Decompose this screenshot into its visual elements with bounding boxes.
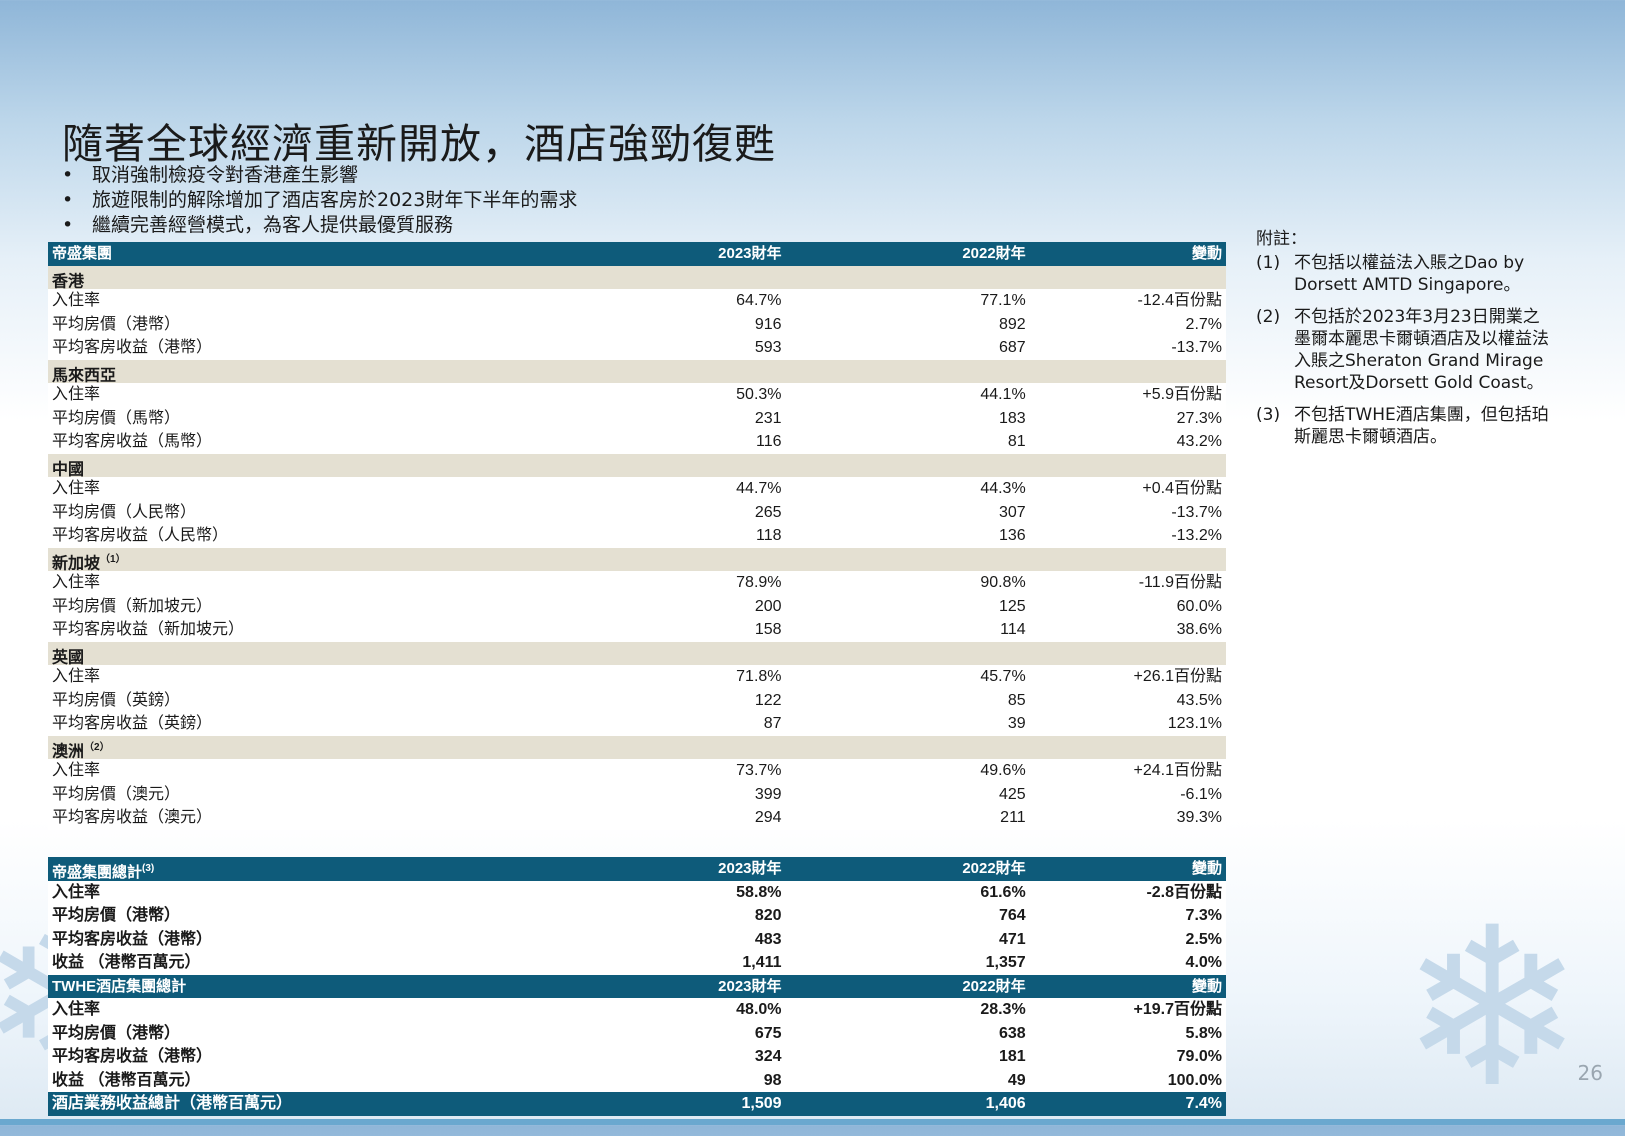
dorsett-total-rows: 入住率 58.8% 61.6% -2.8百份點 平均房價（港幣） 820 764 7.3% 平均… xyxy=(48,880,1226,975)
region-header: 香港 xyxy=(48,265,1226,290)
table-row: 平均客房收益（澳元） 294 211 39.3% xyxy=(48,806,1226,830)
table-row: 收益 （港幣百萬元） 98 49 100.0% xyxy=(48,1068,1226,1092)
footnote: (3) 不包括TWHE酒店集團，但包括珀斯麗思卡爾頓酒店。 xyxy=(1256,405,1549,447)
table-row: 平均房價（港幣） 916 892 2.7% xyxy=(48,312,1226,336)
table-row: 平均客房收益（新加坡元） 158 114 38.6% xyxy=(48,618,1226,642)
bullet-item: • 繼續完善經營模式，為客人提供最優質服務 xyxy=(62,214,454,236)
table-row: 入住率 78.9% 90.8% -11.9百份點 xyxy=(48,571,1226,595)
bullet-item: • 旅遊限制的解除增加了酒店客房於2023財年下半年的需求 xyxy=(62,189,578,211)
regions-container: 香港 入住率 64.7% 77.1% -12.4百份點 平均房價（港幣） 916 892 2.7… xyxy=(48,265,1226,830)
footnote: (1) 不包括以權益法入賬之Dao by Dorsett AMTD Singap… xyxy=(1256,253,1525,295)
table-row: 入住率 73.7% 49.6% +24.1百份點 xyxy=(48,759,1226,783)
bottom-bar xyxy=(0,1119,1625,1125)
footnote: (2) 不包括於2023年3月23日開業之墨爾本麗思卡爾頓酒店及以權益法入賬之S… xyxy=(1256,307,1549,393)
table-row: 平均房價（港幣） 820 764 7.3% xyxy=(48,904,1226,928)
footnotes: 附註： (1) 不包括以權益法入賬之Dao by Dorsett AMTD Si… xyxy=(1256,228,1556,458)
table-row: 入住率 64.7% 77.1% -12.4百份點 xyxy=(48,289,1226,313)
page-number: 26 xyxy=(1577,1061,1603,1085)
table-row: 入住率 58.8% 61.6% -2.8百份點 xyxy=(48,880,1226,904)
table-row: 平均客房收益（馬幣） 116 81 43.2% xyxy=(48,430,1226,454)
footnotes-header: 附註： xyxy=(1256,229,1307,249)
page-title: 隨著全球經濟重新開放，酒店強勁復甦 xyxy=(62,120,776,168)
table-row: 平均客房收益（人民幣） 118 136 -13.2% xyxy=(48,524,1226,548)
twhe-total-rows: 入住率 48.0% 28.3% +19.7百份點 平均房價（港幣） 675 638 5.8% 平… xyxy=(48,998,1226,1092)
region-header: 馬來西亞 xyxy=(48,359,1226,384)
hotel-revenue-total-row: 酒店業務收益總計（港幣百萬元） 1,509 1,406 7.4% xyxy=(48,1092,1226,1116)
table-header: 帝盛集團總計(3) 2023財年 2022財年 變動 xyxy=(48,857,1226,881)
region-header: 澳洲（2） xyxy=(48,735,1226,760)
snowflake-decoration-right: ❄ xyxy=(1400,880,1585,1136)
table-row: 平均房價（澳元） 399 425 -6.1% xyxy=(48,782,1226,806)
table-row: 平均客房收益（港幣） 483 471 2.5% xyxy=(48,927,1226,951)
table-row: 入住率 48.0% 28.3% +19.7百份點 xyxy=(48,998,1226,1022)
table-row: 平均客房收益（英鎊） 87 39 123.1% xyxy=(48,712,1226,736)
group-total-table: 帝盛集團總計(3) 2023財年 2022財年 變動 入住率 58.8% 61.6%… xyxy=(48,857,1226,1116)
table-row: 平均房價（英鎊） 122 85 43.5% xyxy=(48,688,1226,712)
region-header: 英國 xyxy=(48,641,1226,666)
bullet-list: • 取消強制檢疫令對香港產生影響 • 旅遊限制的解除增加了酒店客房於2023財年下半… xyxy=(62,163,577,238)
table-row: 平均客房收益（港幣） 593 687 -13.7% xyxy=(48,336,1226,360)
table-header: TWHE酒店集團總計 2023財年 2022財年 變動 xyxy=(48,974,1226,998)
table-header: 帝盛集團 2023財年 2022財年 變動 xyxy=(48,242,1226,266)
region-header: 中國 xyxy=(48,453,1226,478)
bullet-item: • 取消強制檢疫令對香港產生影響 xyxy=(62,164,359,186)
table-row: 平均房價（人民幣） 265 307 -13.7% xyxy=(48,500,1226,524)
regional-hotel-table: 帝盛集團 2023財年 2022財年 變動 香港 入住率 64.7% 77.1% -12… xyxy=(48,242,1226,830)
table-row: 入住率 50.3% 44.1% +5.9百份點 xyxy=(48,383,1226,407)
table-row: 平均房價（港幣） 675 638 5.8% xyxy=(48,1021,1226,1045)
table-row: 入住率 71.8% 45.7% +26.1百份點 xyxy=(48,665,1226,689)
region-header: 新加坡（1） xyxy=(48,547,1226,572)
table-row: 平均客房收益（港幣） 324 181 79.0% xyxy=(48,1045,1226,1069)
table-row: 入住率 44.7% 44.3% +0.4百份點 xyxy=(48,477,1226,501)
table-row: 收益 （港幣百萬元） 1,411 1,357 4.0% xyxy=(48,951,1226,975)
table-row: 平均房價（新加坡元） 200 125 60.0% xyxy=(48,594,1226,618)
table-row: 平均房價（馬幣） 231 183 27.3% xyxy=(48,406,1226,430)
